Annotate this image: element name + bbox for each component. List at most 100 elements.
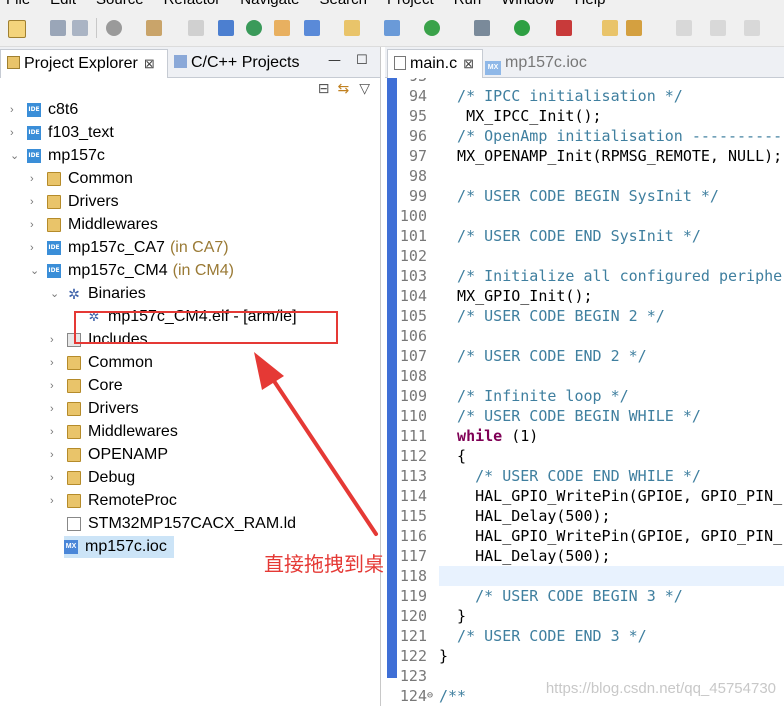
link-with-editor-icon[interactable]: ⇆ [337,81,349,97]
debug-bug-icon[interactable] [474,20,490,36]
toolbar-separator [96,18,97,38]
line-number: 112 [399,447,427,465]
tab-project-explorer[interactable]: Project Explorer ⊠ [0,49,168,78]
tree-item-label: f103_text [48,122,114,144]
new-icon[interactable] [8,20,26,38]
code-editor[interactable]: 9394 /* IPCC initialisation */95 MX_IPCC… [385,78,784,706]
menu-item-run[interactable]: Run [454,0,482,8]
menu-item-refactor[interactable]: Refactor [164,0,221,8]
tree-item-label: RemoteProc [88,490,177,512]
tree-item-label: mp157c.ioc [85,536,167,558]
chevron-right-icon[interactable]: › [10,99,20,121]
maximize-icon[interactable]: ☐ [356,53,368,68]
chevron-right-icon[interactable]: › [50,398,60,420]
line-number: 104 [399,287,427,305]
chevron-right-icon[interactable]: › [50,375,60,397]
editor-tab-bar: main.c ⊠ MX mp157c.ioc [385,47,784,78]
chevron-right-icon[interactable]: › [50,352,60,374]
close-icon[interactable]: ⊠ [463,56,474,71]
menu-item-help[interactable]: Help [575,0,606,8]
code-line: 117 HAL_Delay(500); [385,546,784,566]
menu-item-project[interactable]: Project [387,0,434,8]
pen-icon[interactable] [676,20,692,36]
view-menu-chevron-down-icon[interactable]: ▽ [359,81,370,97]
globe-icon[interactable] [246,20,262,36]
menu-item-search[interactable]: Search [319,0,367,8]
debug-skip-icon[interactable] [218,20,234,36]
code-text: MX_OPENAMP_Init(RPMSG_REMOTE, NULL); [439,147,783,165]
save-all-icon[interactable] [72,20,88,36]
tab-cc-projects[interactable]: C/C++ Projects [168,49,308,77]
menu-item-source[interactable]: Source [96,0,144,8]
tree-item-label: Drivers [88,398,139,420]
line-number: 107 [399,347,427,365]
close-icon[interactable]: ⊠ [144,56,155,71]
tree-item-label: Middlewares [68,214,158,236]
menu-item-file[interactable]: File [6,0,30,8]
binary-icon[interactable] [188,20,204,36]
chevron-right-icon[interactable]: › [50,444,60,466]
tree-item-text: Drivers [68,193,119,210]
fold-toggle-icon[interactable]: ⊖ [427,686,433,706]
menu-item-navigate[interactable]: Navigate [240,0,299,8]
new-folder-icon[interactable] [344,20,360,36]
code-line: 115 HAL_Delay(500); [385,506,784,526]
run-icon[interactable] [514,20,530,36]
open-folder-icon[interactable] [602,20,618,36]
line-number: 116 [399,527,427,545]
ide-project-icon: IDE [27,149,41,163]
refresh-run-icon[interactable] [424,20,440,36]
line-number: 120 [399,607,427,625]
tree-item-label: mp157c_CM4 (in CM4) [68,260,234,282]
chevron-right-icon[interactable]: › [30,191,40,213]
wrench-icon[interactable] [626,20,642,36]
tree-item-label: OPENAMP [88,444,168,466]
tab-mp157c-ioc[interactable]: MX mp157c.ioc [483,49,603,77]
keyword-token: while [439,427,503,445]
format-icon[interactable] [710,20,726,36]
tree-item-label: mp157c_CA7 (in CA7) [68,237,229,259]
tree-item-text: Drivers [88,400,139,417]
settings-icon[interactable] [106,20,122,36]
mx-file-icon: MX [64,540,78,554]
save-icon[interactable] [50,20,66,36]
chevron-down-icon[interactable]: ⌄ [50,283,60,305]
chevron-right-icon[interactable]: › [50,421,60,443]
code-text: /* USER CODE END SysInit */ [439,227,701,245]
code-line: 109 /* Infinite loop */ [385,386,784,406]
code-line: 99 /* USER CODE BEGIN SysInit */ [385,186,784,206]
tree-item-text: RemoteProc [88,492,177,509]
new-source-icon[interactable] [384,20,400,36]
tab-main-c[interactable]: main.c ⊠ [387,49,483,78]
code-line: 104 MX_GPIO_Init(); [385,286,784,306]
chevron-right-icon[interactable]: › [10,122,20,144]
code-line: 120 } [385,606,784,626]
external-tools-icon[interactable] [556,20,572,36]
menu-items: File Edit Source Refactor Navigate Search Proj… [6,0,625,8]
pilcrow-icon[interactable] [744,20,760,36]
chevron-right-icon[interactable]: › [30,168,40,190]
line-number: 119 [399,587,427,605]
folder-icon [47,172,61,186]
new-class-icon[interactable] [304,20,320,36]
collapse-all-icon[interactable]: ⊟ [318,81,330,97]
chevron-down-icon[interactable]: ⌄ [10,145,20,167]
hand-icon[interactable] [274,20,290,36]
menu-item-edit[interactable]: Edit [50,0,76,8]
chevron-down-icon[interactable]: ⌄ [30,260,40,282]
line-number: 123 [399,667,427,685]
chevron-right-icon[interactable]: › [30,214,40,236]
tree-item[interactable]: MX mp157c.ioc [64,536,174,558]
menu-item-window[interactable]: Window [501,0,554,8]
minimize-icon[interactable]: — [328,53,341,68]
code-text: } [439,647,449,665]
line-number: 100 [399,207,427,225]
folder-icon [67,402,81,416]
chevron-right-icon[interactable]: › [30,237,40,259]
chevron-right-icon[interactable]: › [50,329,60,351]
code-line: 108 [385,366,784,386]
chevron-right-icon[interactable]: › [50,467,60,489]
build-hammer-icon[interactable] [146,20,162,36]
chevron-right-icon[interactable]: › [50,490,60,512]
folder-icon [67,471,81,485]
